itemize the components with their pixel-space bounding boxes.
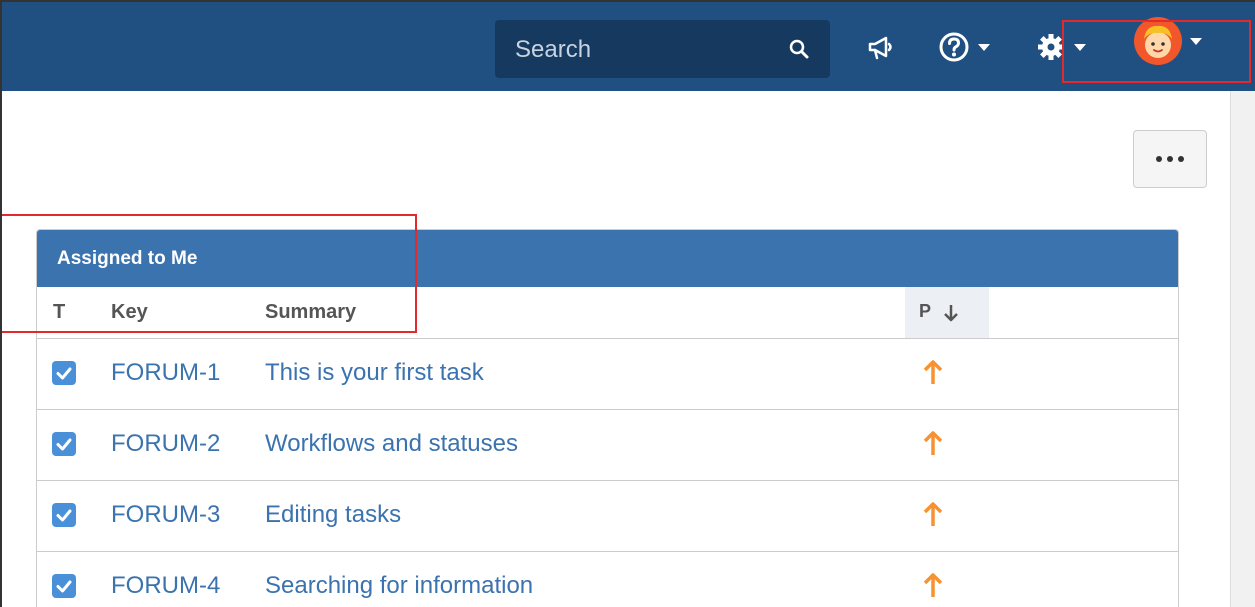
avatar <box>1134 17 1182 65</box>
column-header-key[interactable]: Key <box>111 301 148 324</box>
task-type-icon <box>52 361 76 385</box>
issue-summary-link[interactable]: Workflows and statuses <box>265 430 518 458</box>
assigned-to-me-gadget: Assigned to Me T Key Summary P FORUM-1 Th… <box>36 229 1179 607</box>
issue-key-link[interactable]: FORUM-3 <box>111 501 220 529</box>
priority-high-icon <box>923 360 943 384</box>
gear-icon <box>1038 34 1064 60</box>
gadget-title: Assigned to Me <box>57 248 198 269</box>
top-navigation-bar: Search <box>0 0 1255 91</box>
search-icon[interactable] <box>788 38 810 60</box>
user-profile-menu[interactable] <box>1134 17 1202 65</box>
issue-key-link[interactable]: FORUM-1 <box>111 359 220 387</box>
column-header-priority[interactable]: P <box>905 287 989 338</box>
sort-descending-icon <box>944 305 958 322</box>
announcement-icon <box>868 36 892 60</box>
issue-summary-link[interactable]: Editing tasks <box>265 501 401 529</box>
issue-summary-link[interactable]: This is your first task <box>265 359 484 387</box>
chevron-down-icon <box>1190 37 1202 45</box>
avatar-face-icon <box>1144 25 1172 58</box>
table-header: T Key Summary P <box>37 287 1178 339</box>
issue-key-link[interactable]: FORUM-4 <box>111 572 220 600</box>
more-actions-button[interactable] <box>1133 130 1207 188</box>
table-row: FORUM-4 Searching for information <box>37 552 1178 607</box>
chevron-down-icon <box>978 43 990 51</box>
task-type-icon <box>52 574 76 598</box>
announcement-button[interactable] <box>866 30 896 64</box>
task-list: FORUM-1 This is your first task FORUM-2 Wor… <box>37 339 1178 607</box>
help-menu[interactable] <box>938 30 990 64</box>
column-header-type[interactable]: T <box>53 301 65 324</box>
ellipsis-icon <box>1156 156 1162 162</box>
chevron-down-icon <box>1074 43 1086 51</box>
priority-high-icon <box>923 502 943 526</box>
issue-key-link[interactable]: FORUM-2 <box>111 430 220 458</box>
table-row: FORUM-3 Editing tasks <box>37 481 1178 552</box>
help-icon <box>939 32 969 62</box>
admin-menu[interactable] <box>1036 30 1086 64</box>
table-row: FORUM-1 This is your first task <box>37 339 1178 410</box>
scrollbar[interactable] <box>1230 91 1255 607</box>
search-box[interactable]: Search <box>495 20 830 78</box>
gadget-header: Assigned to Me <box>37 230 1178 287</box>
task-type-icon <box>52 503 76 527</box>
priority-high-icon <box>923 431 943 455</box>
column-header-summary[interactable]: Summary <box>265 301 356 324</box>
search-input[interactable]: Search <box>515 36 591 64</box>
priority-high-icon <box>923 573 943 597</box>
task-type-icon <box>52 432 76 456</box>
issue-summary-link[interactable]: Searching for information <box>265 572 533 600</box>
table-row: FORUM-2 Workflows and statuses <box>37 410 1178 481</box>
